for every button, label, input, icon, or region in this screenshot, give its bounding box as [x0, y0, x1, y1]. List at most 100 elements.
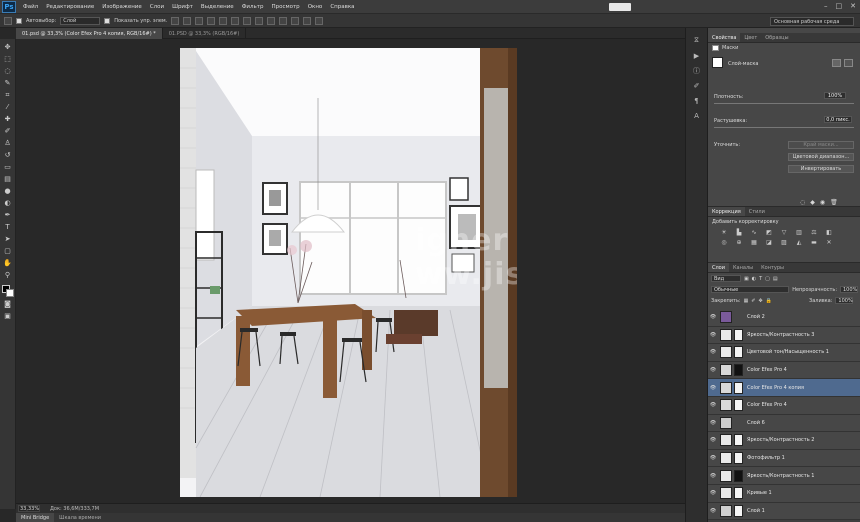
layer-name[interactable]: Яркость/Контрастность 2: [747, 437, 814, 443]
pen-tool-icon[interactable]: ✒: [3, 211, 13, 220]
layer-thumbnail[interactable]: [720, 434, 732, 447]
tab-timeline[interactable]: Шкала времени: [54, 513, 106, 522]
screen-mode-icon[interactable]: ▣: [3, 312, 13, 321]
distribute-bottom-icon[interactable]: [267, 16, 276, 25]
mask-mode-icon[interactable]: [712, 44, 719, 51]
brush-panel-icon[interactable]: ✐: [691, 81, 702, 90]
document-size-info[interactable]: Док: 36,6M/333,7M: [50, 506, 99, 512]
gradient-map-icon[interactable]: ▬: [810, 239, 818, 246]
layer-thumbnail[interactable]: [720, 399, 732, 412]
menu-window[interactable]: Окно: [304, 4, 327, 10]
hand-tool-icon[interactable]: ✋: [3, 259, 13, 268]
layer-row[interactable]: 👁 Слой 1: [708, 502, 860, 521]
layer-mask-thumbnail[interactable]: [712, 57, 723, 68]
zoom-field[interactable]: 33,33%: [18, 505, 40, 512]
layer-thumbnail[interactable]: [720, 487, 732, 500]
distribute-right-icon[interactable]: [303, 16, 312, 25]
align-right-icon[interactable]: [231, 16, 240, 25]
layer-thumbnail[interactable]: [720, 452, 732, 465]
layer-name[interactable]: Color Efex Pro 4: [747, 402, 787, 408]
tab-channels[interactable]: Каналы: [729, 263, 757, 272]
menu-type[interactable]: Шрифт: [168, 4, 197, 10]
tab-document-1[interactable]: 01.psd @ 33,3% (Color Efex Pro 4 копия, …: [16, 28, 163, 39]
vector-mask-icon[interactable]: [844, 59, 853, 67]
layer-thumbnail[interactable]: [720, 381, 732, 394]
layer-mask-thumbnail[interactable]: [734, 452, 743, 465]
layer-row[interactable]: 👁 Color Efex Pro 4: [708, 396, 860, 415]
character-panel-icon[interactable]: A: [691, 111, 702, 120]
visibility-eye-icon[interactable]: 👁: [708, 437, 718, 443]
visibility-eye-icon[interactable]: 👁: [708, 473, 718, 479]
exposure-icon[interactable]: ◩: [765, 229, 773, 236]
black-white-icon[interactable]: ◧: [825, 229, 833, 236]
visibility-eye-icon[interactable]: 👁: [708, 402, 718, 408]
layer-name[interactable]: Слой 1: [747, 508, 765, 514]
layer-mask-thumbnail[interactable]: [734, 328, 743, 341]
curves-icon[interactable]: ∿: [750, 229, 758, 236]
align-center-icon[interactable]: [219, 16, 228, 25]
shape-tool-icon[interactable]: ▢: [3, 247, 13, 256]
tab-swatches[interactable]: Образцы: [761, 33, 792, 42]
healing-brush-tool-icon[interactable]: ✚: [3, 115, 13, 124]
align-middle-icon[interactable]: [183, 16, 192, 25]
distribute-middle-icon[interactable]: [255, 16, 264, 25]
layer-name[interactable]: Фотофильтр 1: [747, 455, 785, 461]
distribute-left-icon[interactable]: [279, 16, 288, 25]
blend-mode-select[interactable]: Обычные: [711, 286, 790, 293]
paragraph-panel-icon[interactable]: ¶: [691, 96, 702, 105]
autoselect-checkbox[interactable]: [16, 17, 22, 24]
layer-thumbnail[interactable]: [720, 311, 732, 324]
visibility-eye-icon[interactable]: 👁: [708, 367, 718, 373]
distribute-top-icon[interactable]: [243, 16, 252, 25]
close-icon[interactable]: ✕: [850, 2, 856, 10]
layer-mask-thumbnail[interactable]: [734, 381, 743, 394]
feather-field[interactable]: 0,0 пикс.: [824, 116, 852, 123]
maximize-icon[interactable]: □: [836, 2, 843, 10]
pixel-mask-icon[interactable]: [832, 59, 841, 67]
layer-row[interactable]: 👁 Color Efex Pro 4: [708, 361, 860, 380]
tab-adjustments[interactable]: Коррекция: [708, 207, 745, 216]
apply-mask-icon[interactable]: ◆: [810, 199, 815, 206]
eraser-tool-icon[interactable]: ▭: [3, 163, 13, 172]
menu-edit[interactable]: Редактирование: [42, 4, 98, 10]
dodge-tool-icon[interactable]: ◐: [3, 199, 13, 208]
color-swatches[interactable]: [1, 285, 14, 297]
lock-all-icon[interactable]: 🔒: [766, 298, 772, 304]
layer-mask-thumbnail[interactable]: [734, 469, 743, 482]
document-image[interactable]: igner 计网 ww.jishewo.com: [180, 48, 517, 497]
crop-tool-icon[interactable]: ⌗: [3, 91, 13, 100]
layer-row[interactable]: 👁 Кривые 1: [708, 484, 860, 503]
workspace-select[interactable]: Основная рабочая среда: [770, 17, 854, 26]
tab-color[interactable]: Цвет: [740, 33, 761, 42]
opacity-field[interactable]: 100%: [840, 286, 858, 293]
layer-thumbnail[interactable]: [720, 328, 732, 341]
layer-mask-thumbnail[interactable]: [734, 434, 743, 447]
history-brush-tool-icon[interactable]: ↺: [3, 151, 13, 160]
actions-panel-icon[interactable]: ▶: [691, 51, 702, 60]
tab-layers[interactable]: Слои: [708, 263, 729, 272]
layer-name[interactable]: Color Efex Pro 4: [747, 367, 787, 373]
background-color-swatch[interactable]: [5, 289, 14, 297]
filter-adjustment-icon[interactable]: ◐: [752, 276, 756, 282]
move-tool-preset-icon[interactable]: [4, 16, 12, 25]
posterize-icon[interactable]: ▨: [780, 239, 788, 246]
quick-select-tool-icon[interactable]: ✎: [3, 79, 13, 88]
tab-paths[interactable]: Контуры: [757, 263, 788, 272]
color-balance-icon[interactable]: ⚖: [810, 229, 818, 236]
align-top-icon[interactable]: [171, 16, 180, 25]
layer-thumbnail[interactable]: [720, 364, 732, 377]
density-slider[interactable]: [714, 103, 854, 104]
canvas-area[interactable]: igner 计网 ww.jishewo.com: [16, 39, 685, 503]
layer-name[interactable]: Кривые 1: [747, 490, 772, 496]
selective-color-icon[interactable]: ✕: [825, 239, 833, 246]
3d-mode-icon[interactable]: [315, 16, 324, 25]
channel-mixer-icon[interactable]: ⊕: [735, 239, 743, 246]
toggle-mask-icon[interactable]: ◉: [820, 199, 825, 206]
tab-document-2[interactable]: 01.PSD @ 33,3% (RGB/16#): [163, 28, 247, 39]
menu-layers[interactable]: Слои: [146, 4, 168, 10]
menu-help[interactable]: Справка: [326, 4, 358, 10]
delete-mask-icon[interactable]: 🗑: [830, 199, 838, 206]
density-field[interactable]: 100%: [824, 92, 846, 99]
levels-icon[interactable]: ▙: [735, 229, 743, 236]
filter-pixel-icon[interactable]: ▣: [744, 276, 749, 282]
